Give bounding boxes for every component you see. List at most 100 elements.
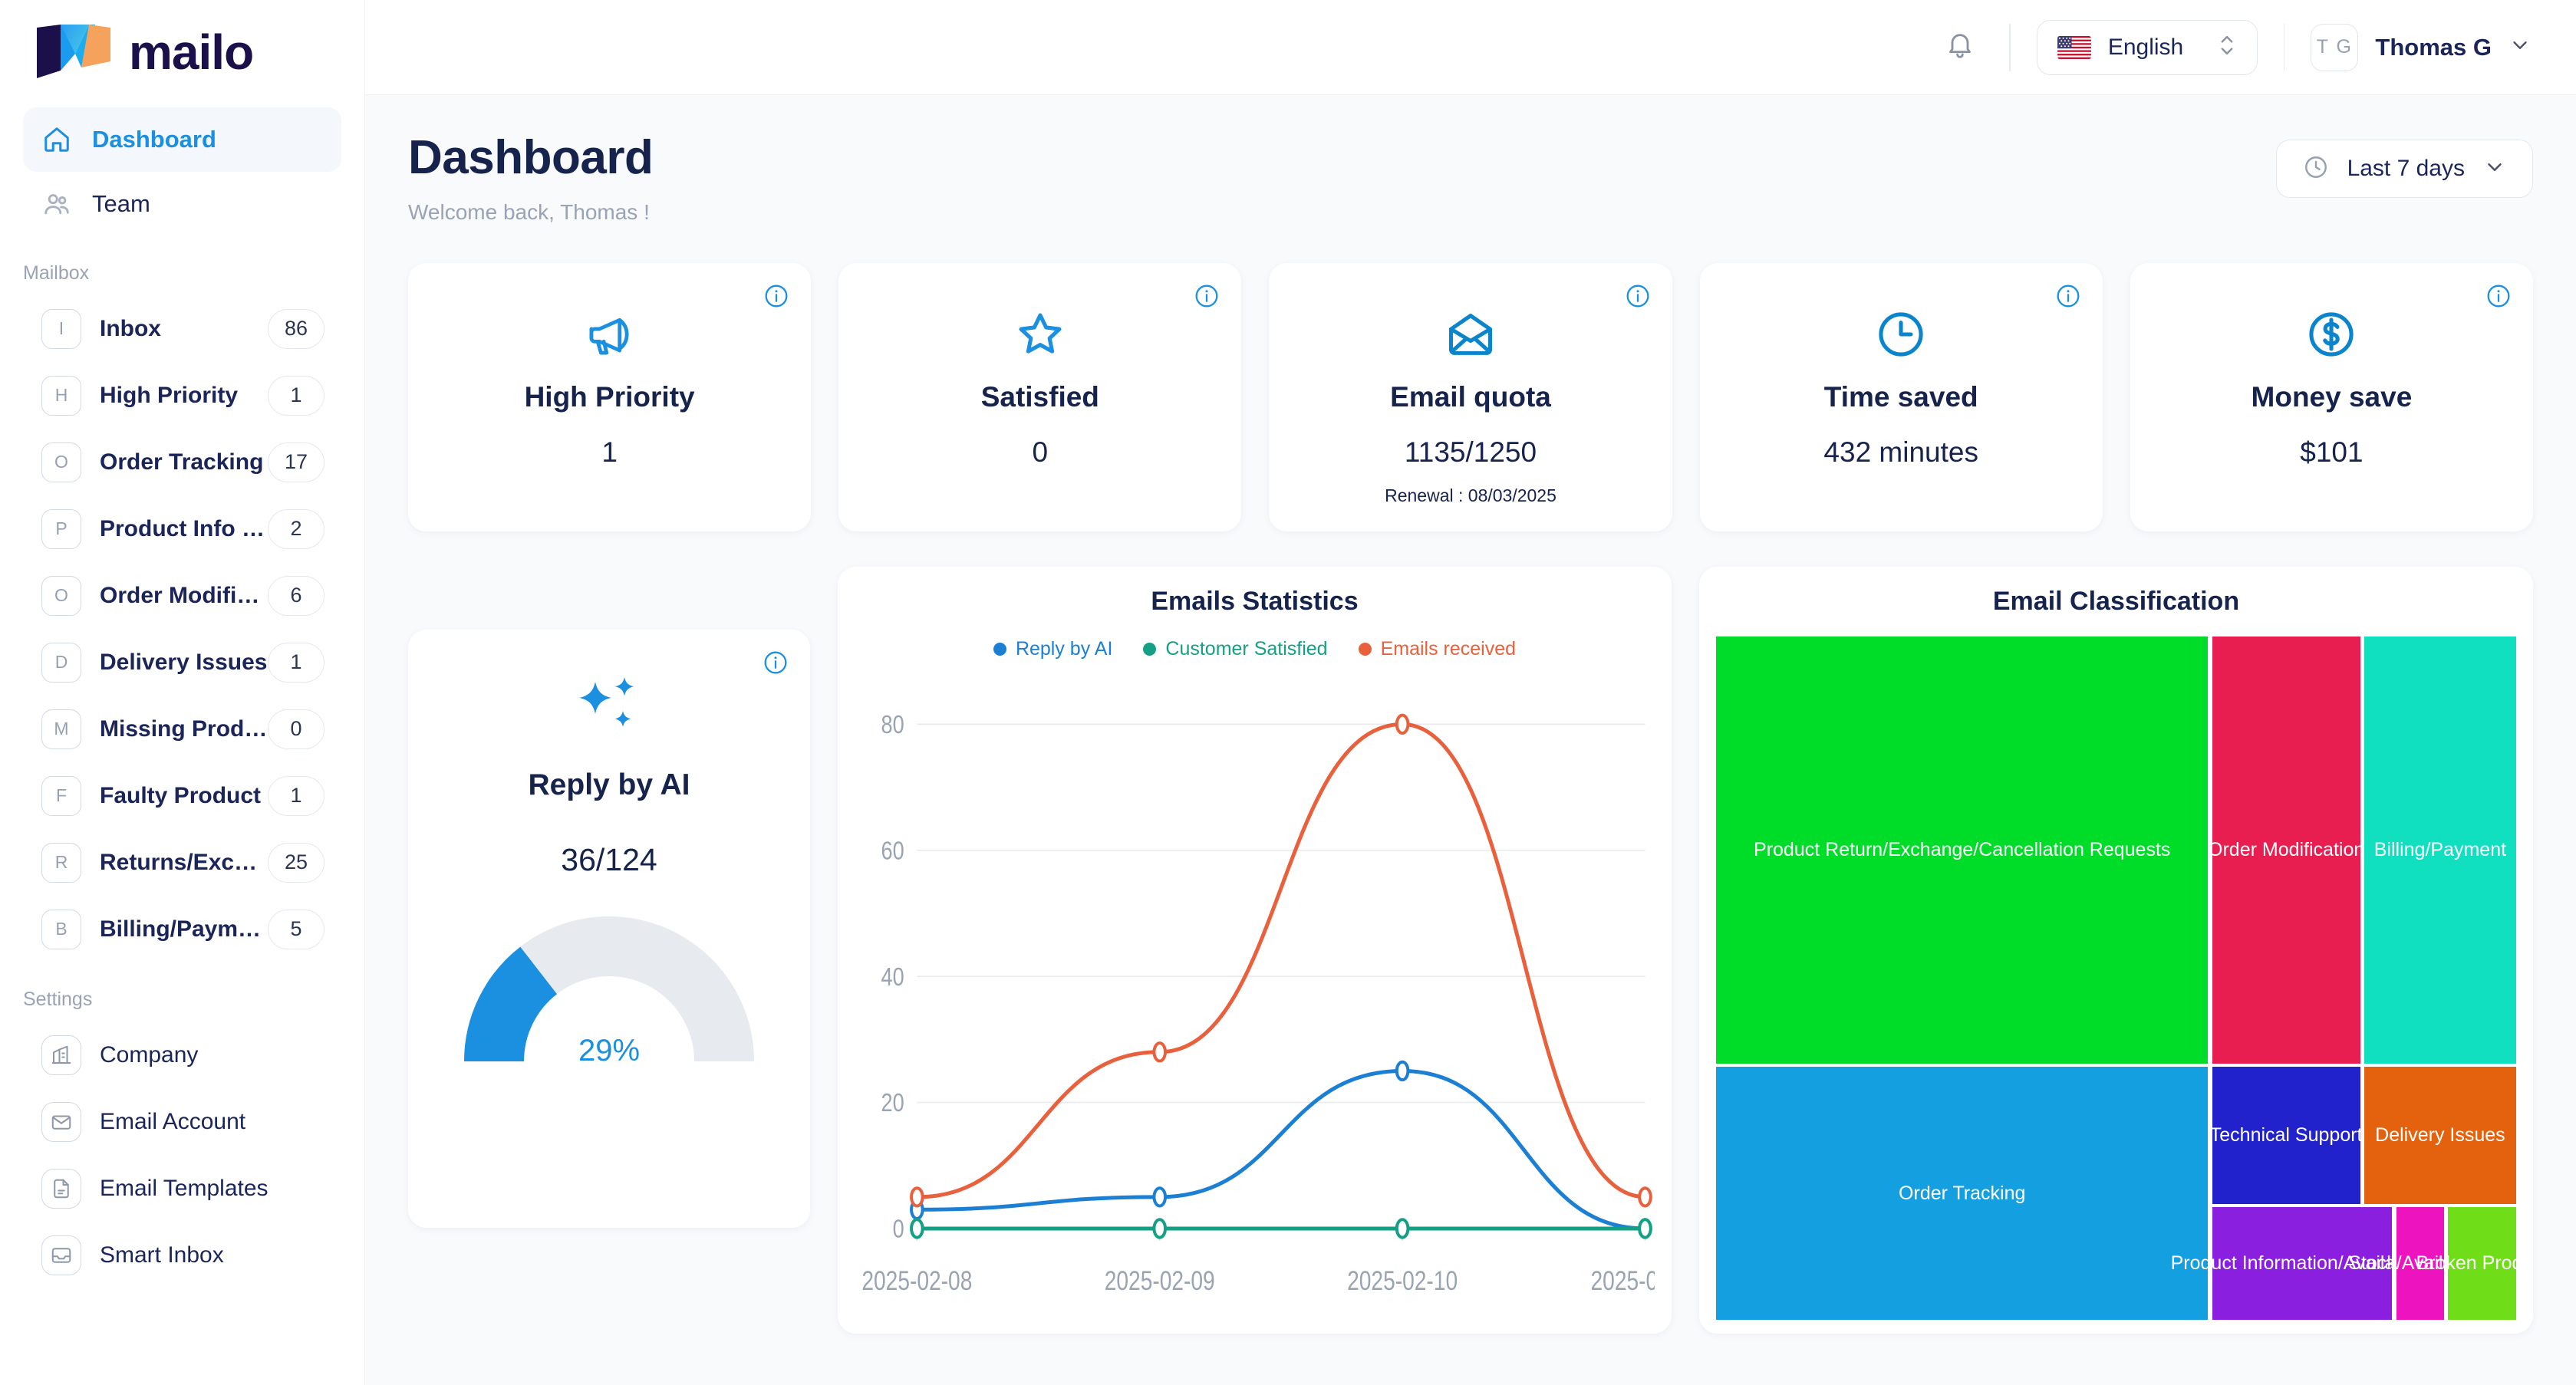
data-point[interactable] (1397, 1062, 1408, 1080)
users-icon (41, 189, 72, 219)
treemap-tile[interactable]: Order Tracking (1716, 1067, 2209, 1320)
info-icon[interactable] (2485, 283, 2512, 309)
legend-item[interactable]: Emails received (1358, 638, 1517, 660)
info-icon[interactable] (763, 650, 789, 676)
line-chart-svg: 0 20 40 60 80 2025-02-08 2025-02-09 2025-02-10 2… (861, 710, 1699, 1296)
data-point[interactable] (1397, 1219, 1408, 1237)
x-axis-tick-label: 2025-02-08 (861, 1265, 972, 1296)
info-icon[interactable] (2055, 283, 2081, 309)
mailbox-item-label: Billing/Paymen... (100, 916, 268, 942)
language-select[interactable]: English (2036, 19, 2258, 75)
notifications-button[interactable] (1937, 25, 1983, 71)
legend-label: Customer Satisfied (1165, 638, 1328, 660)
stat-card: Time saved 432 minutes (1699, 263, 2103, 531)
mailbox-letter-badge: D (41, 642, 81, 683)
data-point[interactable] (1639, 1188, 1651, 1206)
treemap-tile-label: Broken Product (2416, 1252, 2517, 1274)
avatar: T G (2311, 23, 2359, 71)
mailbox-item[interactable]: F Faulty Product 1 (23, 762, 341, 829)
divider (2283, 23, 2285, 71)
mailbox-item[interactable]: M Missing Product 0 (23, 696, 341, 762)
legend-color-swatch (993, 643, 1006, 656)
building-icon (41, 1035, 81, 1075)
treemap-title: Email Classification (1992, 587, 2240, 616)
mailbox-item-label: Order Tracking (100, 449, 264, 475)
data-point[interactable] (1154, 1043, 1165, 1061)
mailbox-letter-badge: R (41, 842, 81, 883)
legend-color-swatch (1143, 643, 1157, 656)
settings-item[interactable]: Company (23, 1021, 341, 1088)
ai-card-value: 36/124 (561, 842, 657, 877)
sidebar: mailo Dashboard Team Mailbox I Inbox 86 … (0, 0, 365, 1385)
treemap: Product Return/Exchange/Cancellation Req… (1716, 637, 2516, 1320)
sidebar-item-team[interactable]: Team (23, 172, 341, 236)
treemap-tile[interactable]: Broken Product (2416, 1206, 2516, 1320)
info-icon[interactable] (763, 283, 789, 309)
settings-item[interactable]: Email Templates (23, 1155, 341, 1222)
dashboard-lower-row: Reply by AI 36/124 29% Emails Statistics… (408, 567, 2533, 1334)
mailbox-count-badge: 5 (268, 909, 324, 949)
brand-name: mailo (129, 25, 254, 80)
y-axis-tick-label: 20 (881, 1088, 904, 1117)
brand-logo[interactable]: mailo (0, 0, 364, 107)
user-menu[interactable]: T G Thomas G (2311, 23, 2532, 71)
stat-card-title: Money save (2251, 381, 2413, 413)
page-content: Dashboard Welcome back, Thomas ! Last 7 … (365, 95, 2576, 1385)
stat-card-title: High Priority (524, 381, 695, 413)
data-point[interactable] (1154, 1219, 1165, 1237)
mailbox-count-badge: 1 (268, 642, 324, 683)
app-root: mailo Dashboard Team Mailbox I Inbox 86 … (0, 0, 2576, 1385)
mailbox-item-label: Inbox (100, 315, 161, 341)
sparkles-icon (572, 677, 646, 747)
data-point[interactable] (911, 1188, 923, 1206)
y-axis-tick-label: 80 (881, 710, 904, 739)
legend-item[interactable]: Customer Satisfied (1143, 638, 1328, 660)
mailbox-item[interactable]: D Delivery Issues 1 (23, 629, 341, 696)
page-header: Dashboard Welcome back, Thomas ! Last 7 … (408, 130, 2533, 225)
mailbox-item[interactable]: O Order Modifica... 6 (23, 562, 341, 629)
date-range-picker[interactable]: Last 7 days (2275, 140, 2533, 198)
mailbox-item[interactable]: P Product Info / A...2 (23, 495, 341, 562)
data-point[interactable] (1154, 1188, 1165, 1206)
treemap-tile[interactable]: Order Modification (2208, 637, 2364, 1064)
sidebar-item-dashboard[interactable]: Dashboard (23, 107, 341, 172)
sidebar-item-label: Dashboard (92, 126, 216, 153)
legend-label: Emails received (1380, 638, 1517, 660)
mailbox-count-badge: 17 (268, 442, 324, 482)
treemap-tile[interactable]: Billing/Payment (2364, 637, 2516, 1064)
mailbox-item[interactable]: O Order Tracking 17 (23, 429, 341, 495)
settings-item[interactable]: Email Account (23, 1088, 341, 1155)
treemap-tile-label: Delivery Issues (2375, 1123, 2505, 1146)
mailbox-count-badge: 1 (268, 775, 324, 816)
mailbox-list: I Inbox 86 H High Priority 1 O Order Tracking 17… (0, 295, 364, 962)
treemap-tile[interactable]: Technical Support (2210, 1067, 2363, 1204)
mailbox-item[interactable]: I Inbox 86 (23, 295, 341, 362)
mailbox-item[interactable]: H High Priority 1 (23, 362, 341, 429)
stat-card-row: High Priority 1 Satisfied 0 Email quota 1135/… (408, 263, 2534, 531)
info-icon[interactable] (1625, 283, 1651, 309)
welcome-text: Welcome back, Thomas ! (408, 200, 650, 224)
data-point[interactable] (1397, 716, 1408, 733)
treemap-tile[interactable]: Product Return/Exchange/Cancellation Req… (1716, 637, 2209, 1064)
data-point[interactable] (911, 1219, 923, 1237)
mailbox-item[interactable]: R Returns/Excha... 25 (23, 829, 341, 896)
series-line (917, 724, 1645, 1197)
data-point[interactable] (1639, 1219, 1651, 1237)
date-range-value: Last 7 days (2347, 156, 2465, 181)
legend-item[interactable]: Reply by AI (993, 638, 1112, 660)
inbox-icon (41, 1235, 81, 1275)
treemap-tile[interactable]: Delivery Issues (2364, 1067, 2516, 1204)
mailbox-count-badge: 25 (268, 842, 324, 883)
mailbox-item-label: Product Info / A... (100, 515, 268, 541)
document-icon (41, 1168, 81, 1209)
treemap-tile-label: Product Return/Exchange/Cancellation Req… (1754, 838, 2171, 860)
mailbox-item-label: Missing Product (100, 716, 268, 742)
mailbox-item[interactable]: B Billing/Paymen... 5 (23, 896, 341, 962)
treemap-tile-label: Order Modification (2208, 838, 2365, 860)
info-icon[interactable] (1194, 283, 1220, 309)
mailbox-item-label: High Priority (100, 382, 239, 408)
settings-item[interactable]: Smart Inbox (23, 1222, 341, 1288)
mailbox-letter-badge: F (41, 775, 81, 816)
main-area: English T G Thomas G Dashboard Welcome b… (365, 0, 2576, 1385)
mailbox-letter-badge: H (41, 375, 81, 416)
